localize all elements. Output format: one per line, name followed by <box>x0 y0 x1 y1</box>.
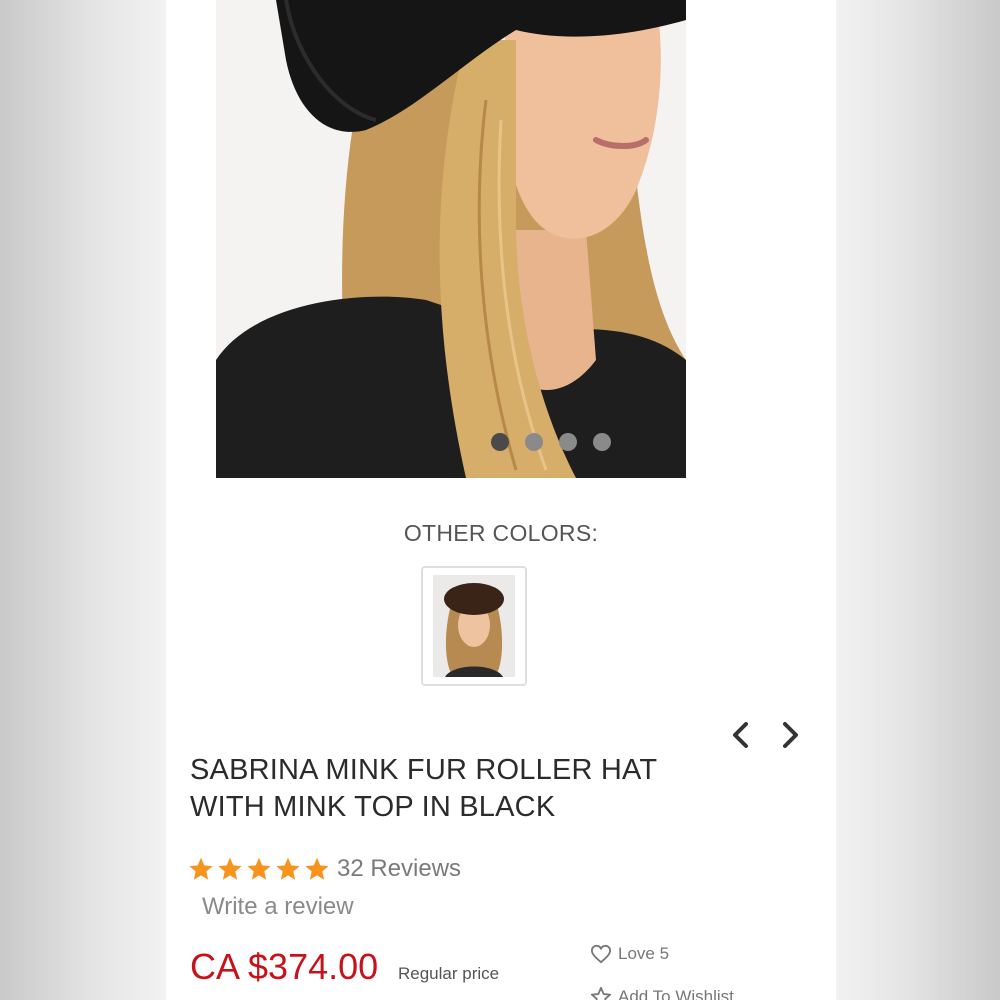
product-rating: 32 Reviews <box>188 855 461 883</box>
star-outline-icon <box>590 986 612 1000</box>
love-button[interactable]: Love 5 <box>590 944 669 964</box>
chevron-left-icon[interactable] <box>726 720 756 750</box>
color-swatch-brown[interactable] <box>421 566 527 686</box>
brown-hat-thumbnail <box>433 575 515 677</box>
carousel-dots <box>491 433 611 451</box>
star-icon <box>305 857 329 880</box>
carousel-dot-3[interactable] <box>559 433 577 451</box>
star-icon <box>247 857 271 880</box>
product-image[interactable] <box>216 0 686 478</box>
love-label: Love 5 <box>618 944 670 963</box>
product-price: CA $374.00 <box>190 946 379 987</box>
add-to-wishlist-button[interactable]: Add To Wishlist <box>590 986 734 1000</box>
reviews-link[interactable]: 32 Reviews <box>337 855 461 883</box>
star-icon <box>218 857 242 880</box>
other-colors-label: OTHER COLORS: <box>403 520 599 546</box>
regular-price-label: Regular price <box>398 964 500 983</box>
carousel-dot-2[interactable] <box>525 433 543 451</box>
wishlist-label: Add To Wishlist <box>618 987 734 1000</box>
product-title: SABRINA MINK FUR ROLLER HAT WITH MINK TO… <box>190 752 750 826</box>
carousel-dot-4[interactable] <box>593 433 611 451</box>
star-icon <box>189 857 213 880</box>
write-review-link[interactable]: Write a review <box>202 893 354 921</box>
star-icon <box>276 857 300 880</box>
product-page: OTHER COLORS: SABRINA MINK FUR ROLLER HA… <box>166 0 836 1000</box>
heart-icon <box>590 944 612 964</box>
product-photo-illustration <box>216 0 686 478</box>
chevron-right-icon[interactable] <box>775 720 805 750</box>
product-title-line-1: SABRINA MINK FUR ROLLER HAT <box>190 754 658 786</box>
product-title-line-2: WITH MINK TOP IN BLACK <box>190 791 556 823</box>
carousel-dot-1[interactable] <box>491 433 509 451</box>
